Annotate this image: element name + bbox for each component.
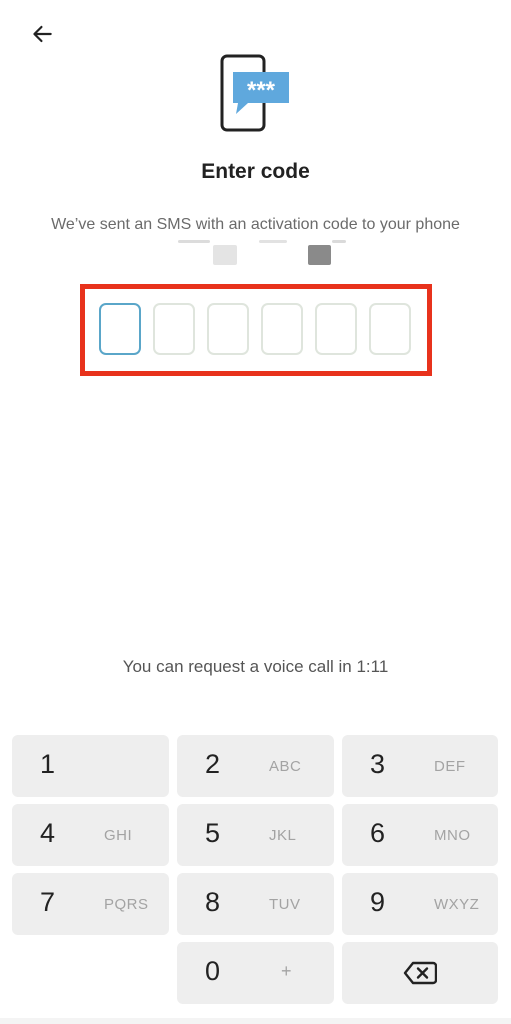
page-title: Enter code <box>201 160 310 183</box>
key-6[interactable]: 6 MNO <box>342 804 498 866</box>
key-4[interactable]: 4 GHI <box>12 804 169 866</box>
key-letters: WXYZ <box>434 896 480 913</box>
backspace-icon <box>403 961 437 985</box>
key-letters: JKL <box>269 827 297 844</box>
sms-description: We’ve sent an SMS with an activation cod… <box>51 216 460 233</box>
back-button[interactable] <box>24 18 60 50</box>
code-digit-box-5[interactable] <box>315 303 357 355</box>
key-letters: GHI <box>104 827 133 844</box>
phone-sms-illustration: *** <box>216 52 296 136</box>
key-letters: ABC <box>269 758 302 775</box>
key-digit: 4 <box>40 818 56 848</box>
key-letters: PQRS <box>104 896 149 913</box>
phone-sms-icon: *** <box>220 54 289 132</box>
key-digit: 6 <box>370 818 386 848</box>
key-letters: MNO <box>434 827 471 844</box>
backspace-button[interactable] <box>342 942 498 1004</box>
voice-call-countdown: You can request a voice call in 1:11 <box>122 657 389 676</box>
key-3[interactable]: 3 DEF <box>342 735 498 797</box>
key-7[interactable]: 7 PQRS <box>12 873 169 935</box>
key-letters: DEF <box>434 758 466 775</box>
key-digit: 0 <box>205 956 221 986</box>
key-9[interactable]: 9 WXYZ <box>342 873 498 935</box>
key-empty <box>12 942 169 1004</box>
arrow-left-icon <box>33 25 52 43</box>
key-2[interactable]: 2 ABC <box>177 735 334 797</box>
key-1[interactable]: 1 <box>12 735 169 797</box>
key-digit: 5 <box>205 818 221 848</box>
key-digit: 7 <box>40 887 56 917</box>
key-digit: 3 <box>370 749 386 779</box>
bubble-text: *** <box>247 77 276 104</box>
key-digit: 1 <box>40 749 56 779</box>
code-digit-box-3[interactable] <box>207 303 249 355</box>
key-digit: 9 <box>370 887 386 917</box>
code-digit-box-4[interactable] <box>261 303 303 355</box>
key-0[interactable]: 0 + <box>177 942 334 1004</box>
code-input[interactable] <box>99 303 411 355</box>
key-5[interactable]: 5 JKL <box>177 804 334 866</box>
code-digit-box-1[interactable] <box>99 303 141 355</box>
code-digit-box-2[interactable] <box>153 303 195 355</box>
key-plus: + <box>281 961 293 981</box>
key-digit: 8 <box>205 887 221 917</box>
numeric-keypad: 1 2 ABC 3 DEF 4 GHI 5 JKL 6 MNO 7 PQRS 8… <box>12 735 498 1004</box>
key-letters: TUV <box>269 896 301 913</box>
bottom-edge <box>0 1018 511 1024</box>
key-digit: 2 <box>205 749 221 779</box>
key-8[interactable]: 8 TUV <box>177 873 334 935</box>
code-digit-box-6[interactable] <box>369 303 411 355</box>
